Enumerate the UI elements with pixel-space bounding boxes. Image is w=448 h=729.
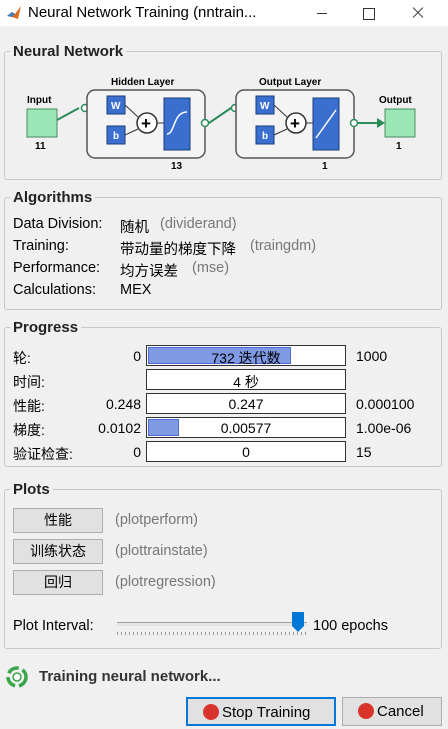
hidden-output-wire xyxy=(208,107,232,124)
progress-text: 4 秒 xyxy=(233,374,259,390)
svg-text:W: W xyxy=(111,101,121,112)
cancel-button[interactable]: Cancel xyxy=(342,697,442,726)
progress-row-performance: 性能: 0.248 0.247 0.000100 xyxy=(13,393,439,415)
neural-network-panel: Neural Network Input 11 Hidden Layer W b… xyxy=(4,43,442,180)
progress-label: 梯度: xyxy=(13,422,45,438)
window-title: Neural Network Training (nntrain... xyxy=(28,4,257,21)
input-node xyxy=(26,108,58,138)
output-node xyxy=(384,108,416,138)
slider-track xyxy=(117,622,307,626)
algorithm-label: Calculations: xyxy=(13,282,97,298)
hidden-transfer-block xyxy=(163,97,191,151)
plot-performance-code: (plotperform) xyxy=(115,512,198,528)
algorithm-value: 均方误差 xyxy=(120,264,178,280)
algorithm-code: (mse) xyxy=(192,260,230,276)
progress-start: 0 xyxy=(133,444,141,460)
input-size: 11 xyxy=(35,141,46,152)
algorithm-code: (dividerand) xyxy=(160,216,237,232)
progress-row-epoch: 轮: 0 732 迭代数 1000 xyxy=(13,345,439,367)
output-count: 1 xyxy=(396,141,402,152)
maximize-button[interactable] xyxy=(346,2,392,24)
hidden-size: 13 xyxy=(171,161,183,172)
output-label: Output xyxy=(379,95,412,106)
algorithm-code: (traingdm) xyxy=(250,238,317,254)
progress-title: Progress xyxy=(10,319,82,336)
slider-ticks xyxy=(117,632,307,635)
algorithms-panel: Algorithms Data Division: 随机 (dividerand… xyxy=(4,189,442,310)
progress-text: 0.247 xyxy=(228,396,264,412)
progress-bar: 732 迭代数 xyxy=(146,345,346,366)
plot-regression-code: (plotregression) xyxy=(115,574,216,590)
output-layer-title: Output Layer xyxy=(259,77,321,88)
progress-end: 1.00e-06 xyxy=(356,420,412,436)
progress-row-validation: 验证检查: 0 0 15 xyxy=(13,441,439,463)
title-bar: Neural Network Training (nntrain... xyxy=(0,0,448,26)
plot-regression-button[interactable]: 回归 xyxy=(13,570,103,595)
algorithms-title: Algorithms xyxy=(10,189,96,206)
progress-text: 0.00577 xyxy=(220,420,272,436)
plot-performance-button[interactable]: 性能 xyxy=(13,508,103,533)
plot-interval-label: Plot Interval: xyxy=(13,618,94,634)
progress-label: 时间: xyxy=(13,374,45,390)
svg-text:W: W xyxy=(260,101,270,112)
algorithm-label: Data Division: xyxy=(13,216,103,232)
algorithm-label: Training: xyxy=(13,238,69,254)
plot-train-state-button[interactable]: 训练状态 xyxy=(13,539,103,564)
progress-start: 0.0102 xyxy=(98,420,141,436)
progress-end: 1000 xyxy=(356,348,388,364)
progress-label: 性能: xyxy=(13,398,45,414)
svg-text:+: + xyxy=(141,114,151,133)
progress-bar: 0 xyxy=(146,441,346,462)
refresh-icon xyxy=(6,666,28,688)
progress-end: 0.000100 xyxy=(356,396,415,412)
algorithm-value: MEX xyxy=(120,282,152,298)
stop-icon xyxy=(203,704,219,720)
progress-bar: 4 秒 xyxy=(146,369,346,390)
algorithm-value: 带动量的梯度下降 xyxy=(120,242,236,258)
network-diagram: Input 11 Hidden Layer W b + 13 Output La… xyxy=(26,77,416,172)
svg-text:+: + xyxy=(290,114,300,133)
algorithm-value: 随机 xyxy=(120,220,149,236)
stop-training-button[interactable]: Stop Training xyxy=(186,697,336,726)
progress-end: 15 xyxy=(356,444,372,460)
cancel-label: Cancel xyxy=(377,703,424,720)
plots-panel: Plots 性能 (plotperform) 训练状态 (plottrainst… xyxy=(4,481,442,649)
output-layer-size: 1 xyxy=(322,161,328,172)
progress-label: 验证检查: xyxy=(13,446,73,462)
progress-panel: Progress 轮: 0 732 迭代数 1000 时间: 4 秒 性能: 0… xyxy=(4,319,442,467)
progress-bar: 0.00577 xyxy=(146,417,346,438)
progress-start: 0.248 xyxy=(105,396,141,412)
close-button[interactable] xyxy=(395,2,441,24)
progress-row-time: 时间: 4 秒 xyxy=(13,369,439,391)
plot-interval-value: 100 epochs xyxy=(313,618,388,634)
svg-text:b: b xyxy=(262,131,268,142)
cancel-icon xyxy=(358,703,374,719)
progress-text: 0 xyxy=(242,444,250,460)
progress-text: 732 迭代数 xyxy=(211,350,281,366)
matlab-icon xyxy=(7,6,21,19)
progress-label: 轮: xyxy=(13,350,31,366)
slider-thumb[interactable] xyxy=(292,612,304,632)
plots-title: Plots xyxy=(10,481,53,498)
progress-start: 0 xyxy=(133,348,141,364)
svg-text:b: b xyxy=(113,131,119,142)
status-text: Training neural network... xyxy=(39,668,221,685)
hidden-layer-title: Hidden Layer xyxy=(111,77,174,88)
progress-row-gradient: 梯度: 0.0102 0.00577 1.00e-06 xyxy=(13,417,439,439)
algorithm-label: Performance: xyxy=(13,260,101,276)
minimize-button[interactable] xyxy=(300,2,346,24)
progress-bar: 0.247 xyxy=(146,393,346,414)
stop-training-label: Stop Training xyxy=(222,704,311,721)
plot-train-state-code: (plottrainstate) xyxy=(115,543,208,559)
plot-interval-slider[interactable] xyxy=(117,612,307,638)
input-label: Input xyxy=(27,95,52,106)
input-wire xyxy=(56,107,80,121)
